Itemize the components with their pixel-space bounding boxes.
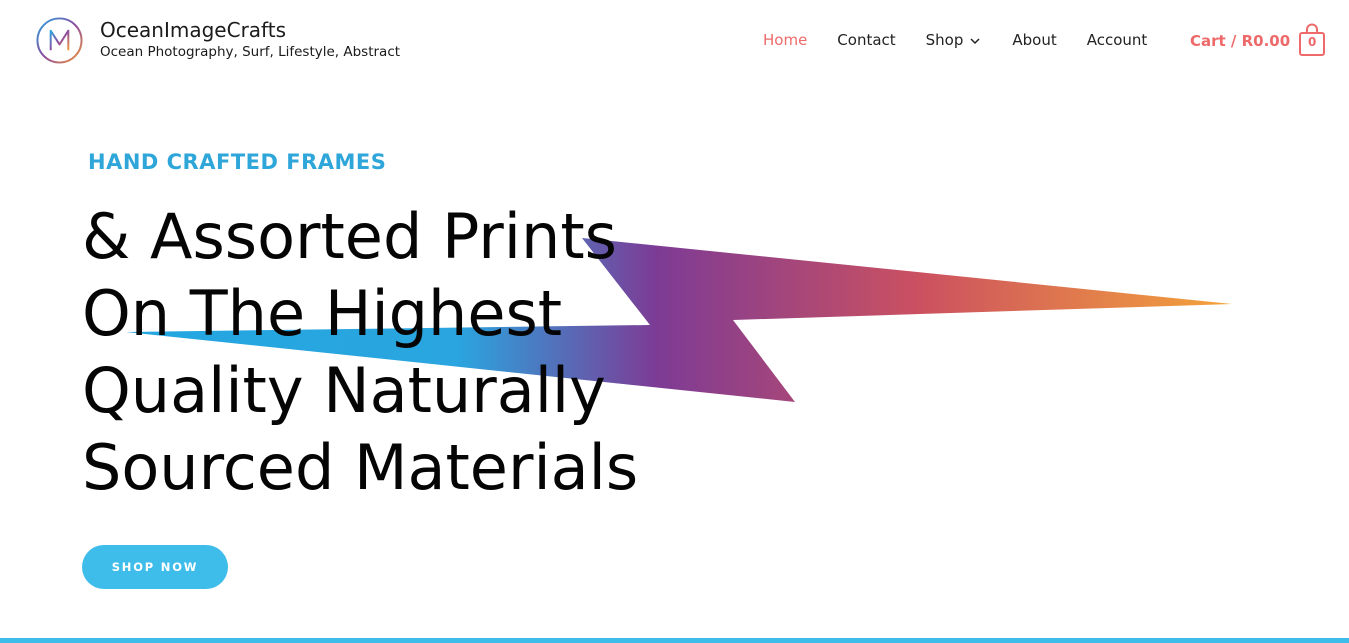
site-header: OceanImageCrafts Ocean Photography, Surf…: [0, 0, 1349, 80]
shop-now-button[interactable]: SHOP NOW: [82, 545, 228, 589]
cart-count: 0: [1308, 35, 1317, 49]
headline-line: On The Highest: [82, 277, 563, 350]
cart-link[interactable]: Cart / R0.00 0: [1190, 22, 1326, 60]
cart-total: Cart / R0.00: [1190, 32, 1291, 50]
nav-account[interactable]: Account: [1087, 29, 1148, 51]
hero-headline: & Assorted Prints On The Highest Quality…: [82, 198, 638, 506]
hero-eyebrow: HAND CRAFTED FRAMES: [88, 150, 387, 174]
chevron-down-icon: [970, 37, 980, 44]
headline-line: Quality Naturally: [82, 354, 606, 427]
site-tagline: Ocean Photography, Surf, Lifestyle, Abst…: [100, 44, 401, 60]
main-nav: Home Contact Shop About Account: [763, 29, 1147, 51]
brand-text: OceanImageCrafts Ocean Photography, Surf…: [100, 18, 400, 61]
logo-icon[interactable]: [35, 16, 84, 65]
nav-shop[interactable]: Shop: [926, 29, 983, 51]
nav-shop-label: Shop: [925, 31, 964, 49]
bottom-accent-bar: [0, 638, 1349, 643]
page: OceanImageCrafts Ocean Photography, Surf…: [0, 0, 1349, 643]
nav-contact[interactable]: Contact: [837, 29, 895, 51]
site-title[interactable]: OceanImageCrafts: [100, 18, 400, 42]
headline-line: & Assorted Prints: [82, 200, 617, 273]
cart-bag[interactable]: 0: [1298, 23, 1326, 59]
nav-home[interactable]: Home: [763, 29, 807, 51]
headline-line: Sourced Materials: [82, 431, 639, 504]
nav-about[interactable]: About: [1012, 29, 1056, 51]
brand[interactable]: OceanImageCrafts Ocean Photography, Surf…: [35, 16, 400, 65]
